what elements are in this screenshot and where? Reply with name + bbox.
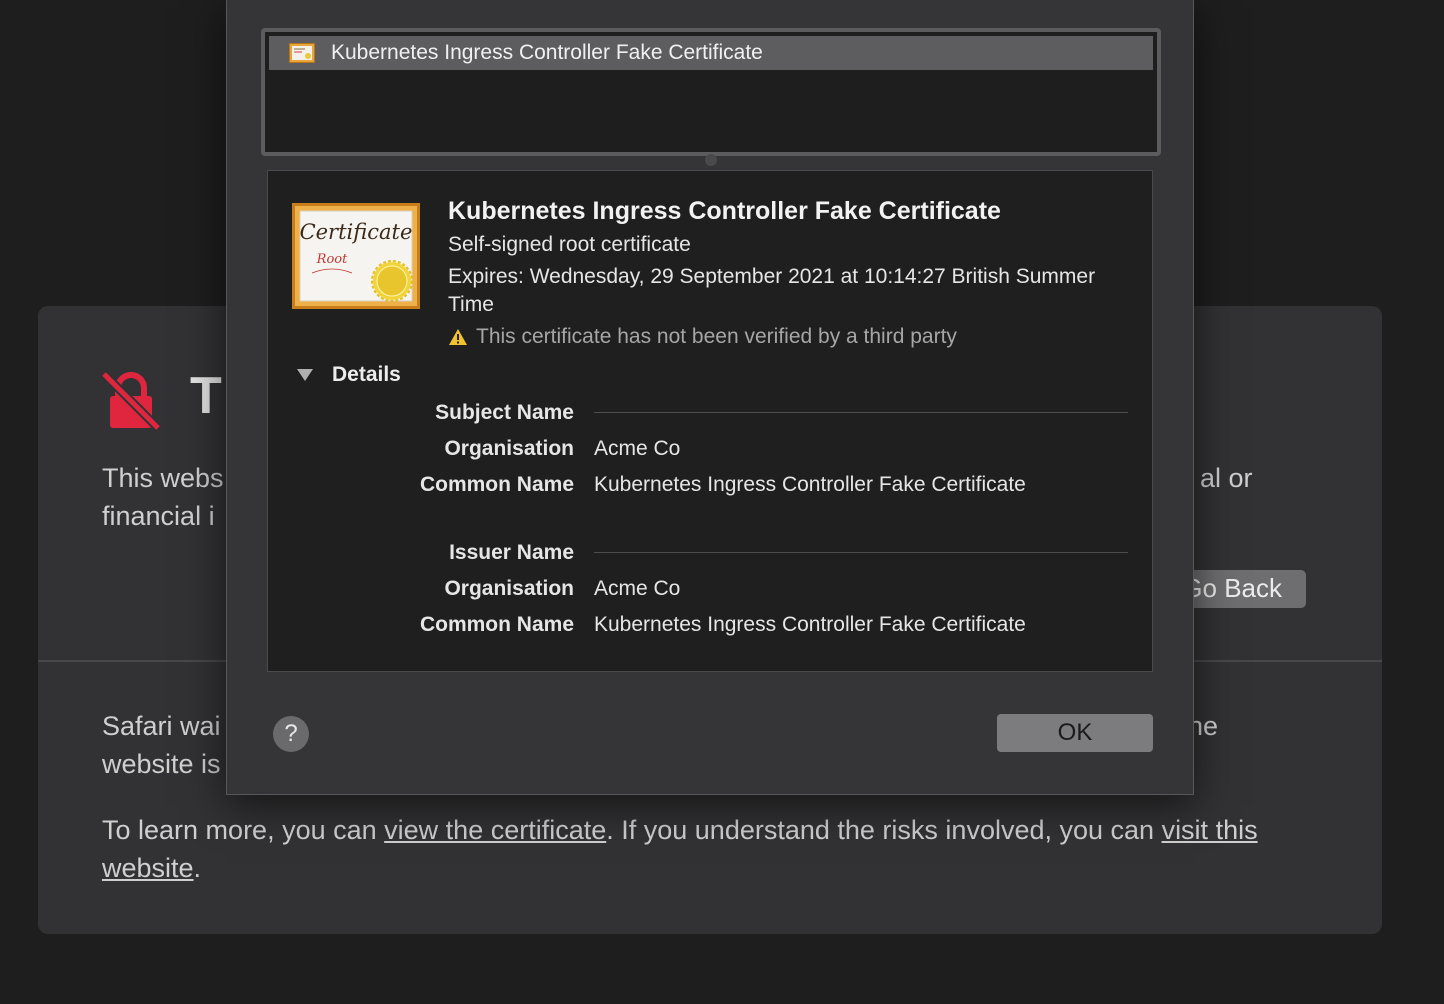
- certificate-warning-text: This certificate has not been verified b…: [476, 325, 957, 348]
- certificate-type: Self-signed root certificate: [448, 233, 691, 256]
- learn-more-suffix: .: [193, 853, 202, 883]
- warning-triangle-icon: [449, 329, 467, 345]
- learn-more-middle: . If you understand the risks involved, …: [606, 815, 1162, 845]
- subject-common-name-value: Kubernetes Ingress Controller Fake Certi…: [594, 473, 1026, 496]
- view-certificate-link[interactable]: view the certificate: [384, 815, 606, 845]
- certificate-expiry: Expires: Wednesday, 29 September 2021 at…: [448, 265, 1096, 316]
- certificate-root-icon: Certificate Root: [292, 203, 420, 309]
- issuer-common-name-label: Common Name: [419, 613, 574, 636]
- splitter-handle[interactable]: [705, 154, 717, 166]
- subject-section-divider: [594, 412, 1128, 413]
- warning-description-line: This webs: [102, 463, 224, 493]
- disclosure-triangle-down-icon[interactable]: [296, 368, 314, 382]
- warning-description-right: al or: [1200, 463, 1253, 493]
- issuer-organisation-label: Organisation: [444, 577, 574, 600]
- issuer-name-label: Issuer Name: [449, 541, 574, 564]
- warning-description: This webs financial i: [102, 459, 232, 535]
- learn-more-text: To learn more, you can view the certific…: [102, 811, 1342, 887]
- certificate-sheet: Kubernetes Ingress Controller Fake Certi…: [226, 0, 1194, 795]
- certificate-warning: This certificate has not been verified b…: [448, 325, 957, 349]
- certificate-list[interactable]: Kubernetes Ingress Controller Fake Certi…: [261, 28, 1161, 156]
- certificate-details-panel: Certificate Root Kubernetes Ingress Cont…: [267, 170, 1153, 672]
- subject-organisation-value: Acme Co: [594, 437, 681, 460]
- issuer-organisation-value: Acme Co: [594, 577, 681, 600]
- help-button[interactable]: ?: [273, 716, 309, 752]
- details-label: Details: [332, 363, 401, 386]
- subject-organisation-label: Organisation: [444, 437, 574, 460]
- go-back-label: Go Back: [1182, 573, 1282, 603]
- issuer-common-name-value: Kubernetes Ingress Controller Fake Certi…: [594, 613, 1026, 636]
- certificate-list-item[interactable]: Kubernetes Ingress Controller Fake Certi…: [269, 36, 1153, 70]
- broken-lock-icon: [100, 370, 162, 432]
- certificate-icon-word: Certificate: [300, 220, 413, 244]
- ok-button[interactable]: OK: [997, 714, 1153, 752]
- certificate-icon: [289, 43, 315, 63]
- issuer-section-divider: [594, 552, 1128, 553]
- safari-warning-text: Safari wai website is: [102, 707, 232, 783]
- safari-warning-line: website is: [102, 749, 221, 779]
- details-disclosure[interactable]: Details: [296, 363, 401, 387]
- warning-description-line: financial i: [102, 501, 215, 531]
- subject-common-name-label: Common Name: [419, 473, 574, 496]
- certificate-title: Kubernetes Ingress Controller Fake Certi…: [448, 197, 1001, 225]
- certificate-icon-subword: Root: [316, 252, 348, 267]
- subject-name-label: Subject Name: [435, 401, 574, 424]
- certificate-list-item-label: Kubernetes Ingress Controller Fake Certi…: [331, 41, 763, 64]
- learn-more-prefix: To learn more, you can: [102, 815, 385, 845]
- safari-warning-line: Safari wai: [102, 711, 221, 741]
